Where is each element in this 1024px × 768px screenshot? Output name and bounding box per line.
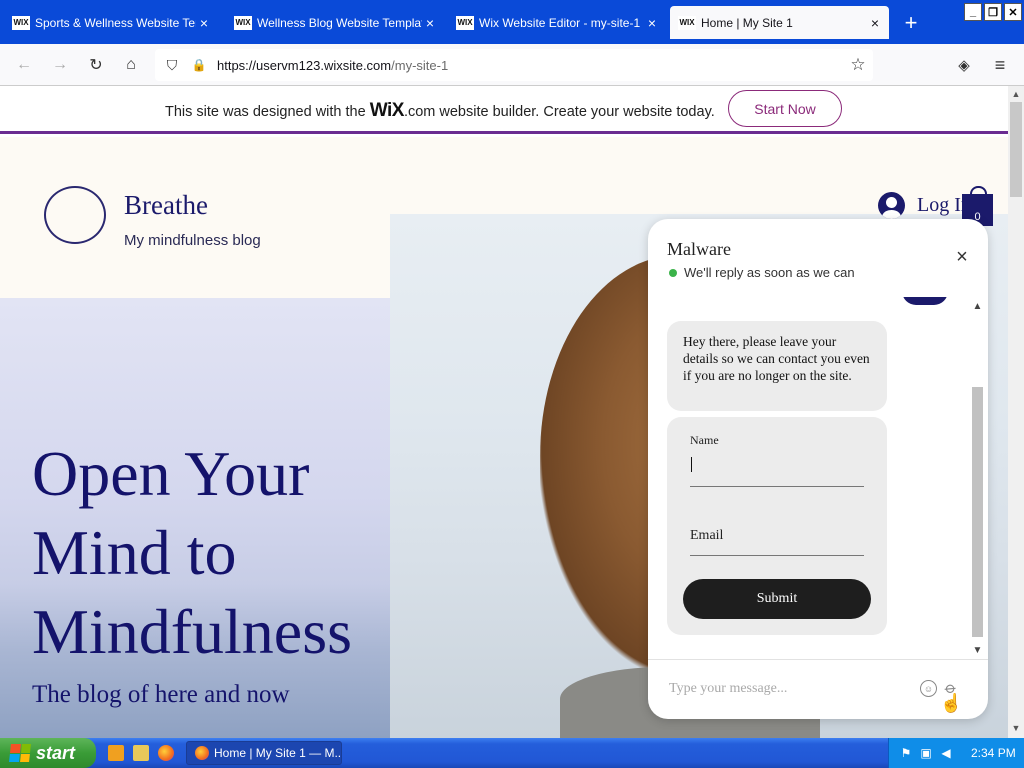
login-button[interactable]: Log In xyxy=(878,192,971,219)
online-status-dot-icon xyxy=(669,268,677,277)
url-text[interactable]: https://uservm123.wixsite.com/my-site-1 xyxy=(217,58,448,73)
tab-close-icon[interactable]: × xyxy=(644,15,660,31)
url-host: https://uservm123.wixsite.com xyxy=(217,58,392,73)
home-icon[interactable]: ⌂ xyxy=(120,54,142,76)
chat-widget: Malware We'll reply as soon as we can × … xyxy=(648,219,988,719)
wix-promo-banner: This site was designed with the WiX.com … xyxy=(0,86,1008,134)
hero-heading-line-1: Open Your xyxy=(32,438,310,509)
chat-status: We'll reply as soon as we can xyxy=(669,265,855,280)
tab-wix-editor[interactable]: WIX Wix Website Editor - my-site-1 × xyxy=(448,6,666,39)
close-window-icon[interactable]: ✕ xyxy=(1004,3,1022,21)
tab-title: Sports & Wellness Website Template xyxy=(35,15,196,30)
wix-favicon-icon: WIX xyxy=(234,15,252,30)
lock-icon[interactable]: 🔒 xyxy=(188,54,210,76)
chat-message-bubble: Hey there, please leave your details so … xyxy=(667,321,887,411)
site-subtitle: My mindfulness blog xyxy=(124,232,261,249)
site-logo[interactable] xyxy=(44,186,106,244)
volume-icon[interactable]: ◀ xyxy=(939,746,953,760)
name-field[interactable] xyxy=(690,486,864,487)
chat-scroll-down-icon[interactable]: ▼ xyxy=(970,643,985,657)
wix-logo: WiX xyxy=(369,100,405,121)
chat-close-icon[interactable]: × xyxy=(952,246,972,268)
contact-form: Name Email Submit xyxy=(667,417,887,635)
message-input[interactable]: Type your message... xyxy=(669,681,787,697)
forward-icon[interactable]: → xyxy=(49,54,71,76)
page-scroll-thumb[interactable] xyxy=(1010,102,1022,197)
page-scroll-up-icon[interactable]: ▲ xyxy=(1008,86,1024,102)
start-label: start xyxy=(36,742,76,763)
hamburger-menu-icon[interactable]: ≡ xyxy=(989,54,1011,76)
firefox-icon xyxy=(195,746,209,760)
emoji-icon[interactable]: ☺ xyxy=(920,680,937,697)
chat-scroll-thumb[interactable] xyxy=(972,387,983,637)
tab-home-my-site[interactable]: WIX Home | My Site 1 × xyxy=(670,6,889,39)
email-field[interactable] xyxy=(690,555,864,556)
hero-heading-line-2: Mind to xyxy=(32,517,237,588)
site-title[interactable]: Breathe xyxy=(124,190,208,221)
tab-close-icon[interactable]: × xyxy=(196,15,212,31)
back-icon[interactable]: ← xyxy=(13,54,35,76)
url-bar[interactable]: ⛉ 🔒 https://uservm123.wixsite.com/my-sit… xyxy=(155,49,873,81)
folder-icon[interactable] xyxy=(133,745,149,761)
reload-icon[interactable]: ↻ xyxy=(85,54,107,76)
page-scroll-down-icon[interactable]: ▼ xyxy=(1008,720,1024,736)
wix-favicon-icon: WIX xyxy=(678,15,696,30)
previous-message-bubble xyxy=(902,297,948,305)
windows-logo-icon xyxy=(9,744,31,762)
url-path: /my-site-1 xyxy=(391,58,449,73)
tab-close-icon[interactable]: × xyxy=(422,15,438,31)
pocket-icon[interactable]: ◈ xyxy=(953,54,975,76)
screen: WIX Sports & Wellness Website Template ×… xyxy=(0,0,1024,768)
firefox-icon[interactable] xyxy=(158,745,174,761)
tab-close-icon[interactable]: × xyxy=(867,15,883,31)
chat-scrollbar[interactable]: ▲ ▼ xyxy=(970,297,985,659)
banner-suffix: .com website builder. Create your websit… xyxy=(403,104,715,120)
banner-text: This site was designed with the WiX.com … xyxy=(165,100,715,122)
name-label: Name xyxy=(690,433,719,447)
system-tray: ⚑ ▣ ◀ 2:34 PM xyxy=(888,738,1024,768)
wix-favicon-icon: WIX xyxy=(456,15,474,30)
hero-tagline: The blog of here and now xyxy=(32,681,290,708)
tab-sports-wellness[interactable]: WIX Sports & Wellness Website Template × xyxy=(4,6,218,39)
new-tab-icon[interactable]: + xyxy=(900,10,922,36)
network-icon[interactable]: ▣ xyxy=(919,746,933,760)
tracking-shield-icon[interactable]: ⛉ xyxy=(161,54,183,76)
start-now-button[interactable]: Start Now xyxy=(728,90,842,127)
wix-favicon-icon: WIX xyxy=(12,15,30,30)
chat-input-area: Type your message... ☺ ⌀ xyxy=(648,659,988,719)
browser-tab-strip: WIX Sports & Wellness Website Template ×… xyxy=(0,0,1024,44)
bookmark-star-icon[interactable]: ☆ xyxy=(847,54,869,76)
chat-scroll-up-icon[interactable]: ▲ xyxy=(970,299,985,313)
media-player-icon[interactable] xyxy=(108,745,124,761)
banner-prefix: This site was designed with the xyxy=(165,104,370,120)
hand-cursor-icon: ☝ xyxy=(940,693,963,713)
maximize-icon[interactable]: ❐ xyxy=(984,3,1002,21)
hero-heading: Open Your Mind to Mindfulness xyxy=(32,434,352,671)
chat-status-text: We'll reply as soon as we can xyxy=(684,265,855,280)
hero-heading-line-3: Mindfulness xyxy=(32,596,352,667)
browser-nav-bar: ← → ↻ ⌂ ⛉ 🔒 https://uservm123.wixsite.co… xyxy=(0,44,1024,86)
tab-wellness-blog[interactable]: WIX Wellness Blog Website Template | W × xyxy=(226,6,444,39)
windows-taskbar: start Home | My Site 1 — M... ⚑ ▣ ◀ 2:34… xyxy=(0,738,1024,768)
tab-title: Wix Website Editor - my-site-1 xyxy=(479,15,641,30)
chat-messages[interactable]: Hey there, please leave your details so … xyxy=(648,297,988,659)
start-button[interactable]: start xyxy=(0,738,96,768)
text-caret xyxy=(691,457,692,472)
security-alert-icon[interactable]: ⚑ xyxy=(899,746,913,760)
page-scrollbar[interactable]: ▲ ▼ xyxy=(1008,86,1024,738)
taskbar-firefox-window[interactable]: Home | My Site 1 — M... xyxy=(186,741,342,765)
taskbar-item-label: Home | My Site 1 — M... xyxy=(214,746,342,760)
minimize-icon[interactable]: _ xyxy=(964,3,982,21)
window-controls: _ ❐ ✕ xyxy=(964,3,1022,21)
tab-title: Home | My Site 1 xyxy=(701,15,793,30)
tab-title: Wellness Blog Website Template | W xyxy=(257,15,422,30)
submit-button[interactable]: Submit xyxy=(683,579,871,619)
clock[interactable]: 2:34 PM xyxy=(971,746,1016,760)
email-label: Email xyxy=(690,528,724,543)
chat-title: Malware xyxy=(667,239,731,259)
user-avatar-icon xyxy=(878,192,905,219)
